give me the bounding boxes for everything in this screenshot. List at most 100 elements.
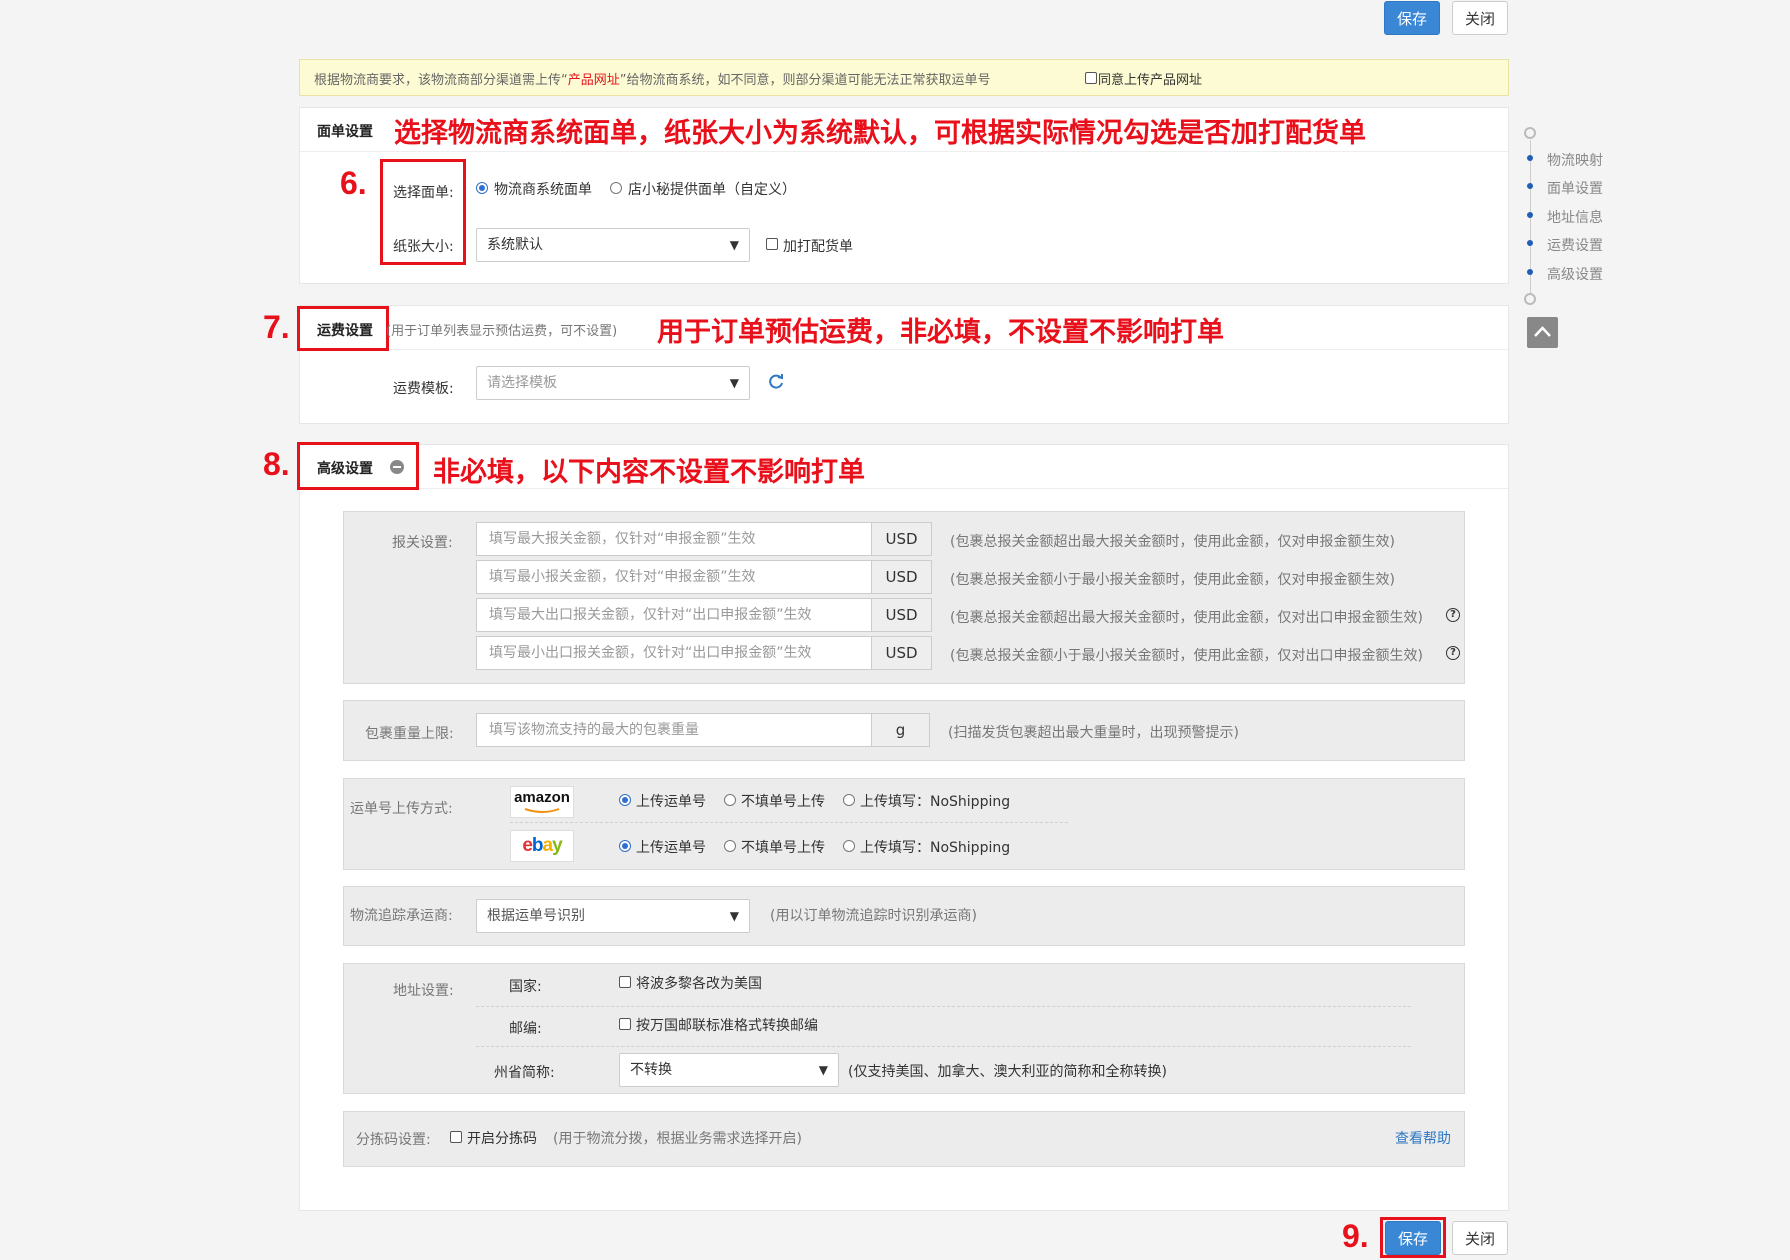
sort-code-label: 分拣码设置:: [356, 1132, 431, 1148]
upload-divider: [510, 822, 1068, 823]
upu-zip-checkbox[interactable]: [619, 1018, 631, 1030]
print-pick-list-label: 加打配货单: [783, 239, 853, 255]
amazon-logo: amazon: [510, 786, 574, 818]
ebay-upload-tracking-radio[interactable]: [619, 840, 631, 852]
sort-code-option-label: 开启分拣码: [467, 1131, 537, 1147]
side-nav-item-advanced[interactable]: 高级设置: [1547, 264, 1603, 284]
marker-6: 6.: [340, 165, 367, 201]
amazon-noshipping-radio[interactable]: [843, 794, 855, 806]
marker-7: 7.: [263, 309, 290, 345]
radio-custom-label[interactable]: [610, 182, 622, 194]
print-pick-list-checkbox[interactable]: [766, 238, 778, 250]
side-nav-start-ring: [1524, 127, 1536, 139]
weight-unit-addon: g: [871, 713, 930, 747]
ebay-logo-text: ebay: [522, 835, 562, 856]
min-export-customs-input[interactable]: 填写最小出口报关金额，仅针对“出口申报金额”生效: [476, 636, 872, 670]
side-nav-dot: [1527, 269, 1533, 275]
weight-limit-label: 包裹重量上限:: [365, 726, 454, 742]
amazon-upload-tracking-radio[interactable]: [619, 794, 631, 806]
agree-upload-checkbox[interactable]: [1085, 72, 1097, 84]
tracking-carrier-select[interactable]: 根据运单号识别 ▼: [476, 899, 750, 933]
chevron-down-icon: ▼: [729, 376, 739, 390]
freight-template-select[interactable]: 请选择模板 ▼: [476, 366, 750, 400]
radio-system-label[interactable]: [476, 182, 488, 194]
back-to-top-button[interactable]: [1527, 317, 1558, 348]
side-nav-end-ring: [1524, 293, 1536, 305]
side-nav-item-freight[interactable]: 运费设置: [1547, 235, 1603, 255]
annotation-freight: 用于订单预估运费，非必填，不设置不影响打单: [657, 317, 1224, 348]
upu-zip-label: 按万国邮联标准格式转换邮编: [636, 1018, 818, 1034]
state-abbr-value: 不转换: [630, 1062, 672, 1078]
agree-upload-label: 同意上传产品网址: [1098, 73, 1203, 88]
tracking-upload-label: 运单号上传方式:: [350, 801, 453, 817]
address-settings-label: 地址设置:: [393, 983, 454, 999]
chevron-up-icon: [1534, 326, 1551, 337]
advanced-settings-title: 高级设置: [317, 461, 373, 477]
tracking-carrier-value: 根据运单号识别: [487, 908, 585, 924]
chevron-down-icon: ▼: [729, 238, 739, 252]
top-close-button[interactable]: 关闭: [1452, 1, 1508, 35]
side-nav-dot: [1527, 212, 1533, 218]
puerto-rico-label: 将波多黎各改为美国: [636, 976, 762, 992]
ebay-no-tracking-label: 不填单号上传: [741, 840, 825, 856]
customs-settings-label: 报关设置:: [392, 535, 453, 551]
ebay-noshipping-radio[interactable]: [843, 840, 855, 852]
bottom-save-button[interactable]: 保存: [1385, 1221, 1441, 1255]
freight-settings-title: 运费设置: [317, 323, 373, 339]
currency-addon: USD: [871, 598, 932, 632]
notice-text: 根据物流商要求，该物流商部分渠道需上传“产品网址”给物流商系统，如不同意，则部分…: [314, 69, 991, 88]
side-nav-item-label-settings[interactable]: 面单设置: [1547, 178, 1603, 198]
freight-template-placeholder: 请选择模板: [487, 375, 557, 391]
side-nav-item-address[interactable]: 地址信息: [1547, 207, 1603, 227]
sort-code-hint: (用于物流分拨，根据业务需求选择开启): [553, 1131, 802, 1147]
tracking-carrier-hint: (用以订单物流追踪时识别承运商): [770, 908, 977, 924]
country-label: 国家:: [509, 979, 542, 995]
select-label-label: 选择面单:: [393, 185, 454, 201]
freight-template-label: 运费模板:: [393, 381, 454, 397]
paper-size-value: 系统默认: [487, 237, 543, 253]
min-customs-input[interactable]: 填写最小报关金额，仅针对“申报金额”生效: [476, 560, 872, 594]
marker-8: 8.: [263, 446, 290, 482]
label-settings-title: 面单设置: [317, 124, 373, 140]
paper-size-label: 纸张大小:: [393, 239, 454, 255]
max-customs-input[interactable]: 填写最大报关金额，仅针对“申报金额”生效: [476, 522, 872, 556]
weight-limit-hint: (扫描发货包裹超出最大重量时，出现预警提示): [948, 725, 1239, 741]
help-icon[interactable]: ?: [1446, 646, 1460, 660]
paper-size-select[interactable]: 系统默认 ▼: [476, 228, 750, 262]
currency-addon: USD: [871, 636, 932, 670]
state-abbr-label: 州省简称:: [494, 1065, 555, 1081]
sort-code-checkbox[interactable]: [450, 1131, 462, 1143]
ebay-logo: ebay: [510, 830, 574, 862]
address-divider: [476, 1046, 1411, 1047]
refresh-icon[interactable]: [766, 372, 786, 392]
side-nav-dot: [1527, 240, 1533, 246]
radio-custom-label-text: 店小秘提供面单（自定义）: [628, 182, 796, 198]
puerto-rico-checkbox[interactable]: [619, 976, 631, 988]
max-export-customs-hint: (包裹总报关金额超出最大报关金额时，使用此金额，仅对出口申报金额生效): [950, 610, 1423, 626]
amazon-no-tracking-radio[interactable]: [724, 794, 736, 806]
weight-limit-input[interactable]: 填写该物流支持的最大的包裹重量: [476, 713, 872, 747]
notice-text-pre: 根据物流商要求，该物流商部分渠道需上传“: [314, 73, 568, 88]
side-nav-dot: [1527, 183, 1533, 189]
annotation-label-settings: 选择物流商系统面单，纸张大小为系统默认，可根据实际情况勾选是否加打配货单: [394, 118, 1366, 149]
side-nav-item-logistics-mapping[interactable]: 物流映射: [1547, 150, 1603, 170]
min-customs-hint: (包裹总报关金额小于最小报关金额时，使用此金额，仅对申报金额生效): [950, 572, 1395, 588]
view-help-link[interactable]: 查看帮助: [1395, 1128, 1451, 1148]
bottom-close-button[interactable]: 关闭: [1452, 1221, 1508, 1255]
state-abbr-hint: (仅支持美国、加拿大、澳大利亚的简称和全称转换): [848, 1064, 1167, 1080]
notice-highlight: 产品网址: [567, 73, 620, 88]
help-icon[interactable]: ?: [1446, 608, 1460, 622]
ebay-upload-tracking-label: 上传运单号: [636, 840, 706, 856]
notice-bar: 根据物流商要求，该物流商部分渠道需上传“产品网址”给物流商系统，如不同意，则部分…: [299, 59, 1509, 96]
top-save-button[interactable]: 保存: [1384, 1, 1440, 35]
ebay-no-tracking-radio[interactable]: [724, 840, 736, 852]
notice-text-post: ”给物流商系统，如不同意，则部分渠道可能无法正常获取运单号: [619, 73, 991, 88]
amazon-no-tracking-label: 不填单号上传: [741, 794, 825, 810]
collapse-icon[interactable]: [390, 460, 404, 474]
state-abbr-select[interactable]: 不转换 ▼: [619, 1053, 839, 1087]
side-nav-dot: [1527, 155, 1533, 161]
currency-addon: USD: [871, 560, 932, 594]
address-divider: [476, 1006, 1411, 1007]
ebay-noshipping-label: 上传填写：NoShipping: [860, 840, 1011, 856]
max-export-customs-input[interactable]: 填写最大出口报关金额，仅针对“出口申报金额”生效: [476, 598, 872, 632]
